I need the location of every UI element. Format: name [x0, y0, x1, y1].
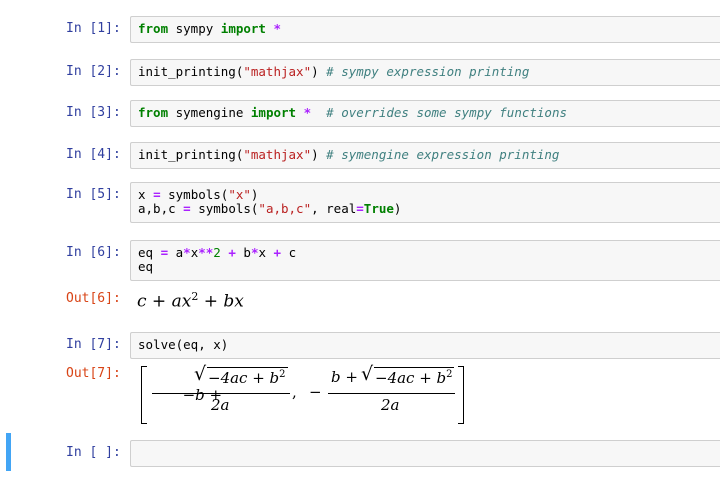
- fraction-1-denominator: 2a: [211, 396, 230, 414]
- separator-comma: ,: [292, 383, 297, 401]
- input-prompt: In [1]:: [66, 21, 121, 36]
- code-line: eq = a*x**2 + b*x + c: [138, 245, 297, 260]
- code-line: from symengine import * # overrides some…: [138, 105, 567, 120]
- fraction-1-bar: [152, 393, 290, 394]
- code-line: init_printing("mathjax") # symengine exp…: [138, 147, 560, 162]
- output-expression: c + ax2 + bx: [137, 290, 244, 312]
- code-line: from sympy import *: [138, 21, 282, 36]
- code-editor[interactable]: from symengine import * # overrides some…: [130, 100, 720, 127]
- fraction-2-denominator: 2a: [381, 396, 400, 414]
- code-editor[interactable]: x = symbols("x") a,b,c = symbols("a,b,c"…: [130, 182, 720, 223]
- input-prompt: In [6]:: [66, 245, 121, 260]
- output-solution-list: −b + √ −4ac + b2 2a , − b + √ −4ac + b2 …: [0, 332, 720, 432]
- right-bracket: [458, 366, 464, 424]
- input-prompt: In [3]:: [66, 105, 121, 120]
- code-line: a,b,c = symbols("a,b,c", real=True): [138, 201, 402, 216]
- sqrt-symbol-icon: √: [194, 363, 207, 385]
- negative-sign: −: [309, 383, 322, 401]
- code-line: eq: [138, 259, 154, 274]
- code-editor[interactable]: init_printing("mathjax") # symengine exp…: [130, 142, 720, 169]
- input-prompt: In [4]:: [66, 147, 121, 162]
- code-editor[interactable]: init_printing("mathjax") # sympy express…: [130, 59, 720, 86]
- radicand-2: −4ac + b2: [375, 369, 453, 387]
- sqrt-overline: [207, 367, 288, 368]
- radicand-1: −4ac + b2: [208, 369, 286, 387]
- input-prompt: In [5]:: [66, 187, 121, 202]
- output-prompt: Out[6]:: [66, 291, 121, 306]
- sqrt-overline: [374, 367, 454, 368]
- active-cell-indicator: [6, 433, 11, 471]
- input-prompt: In [ ]:: [66, 445, 121, 460]
- code-line: x = symbols("x"): [138, 187, 259, 202]
- sqrt-symbol-icon: √: [361, 363, 374, 385]
- code-line: init_printing("mathjax") # sympy express…: [138, 64, 530, 79]
- code-editor[interactable]: eq = a*x**2 + b*x + c eq: [130, 240, 720, 281]
- left-bracket: [141, 366, 147, 424]
- code-editor[interactable]: [130, 440, 720, 467]
- code-editor[interactable]: from sympy import *: [130, 16, 720, 43]
- fraction-2-bar: [328, 393, 455, 394]
- input-prompt: In [2]:: [66, 64, 121, 79]
- fraction-2-numerator: b +: [331, 368, 363, 386]
